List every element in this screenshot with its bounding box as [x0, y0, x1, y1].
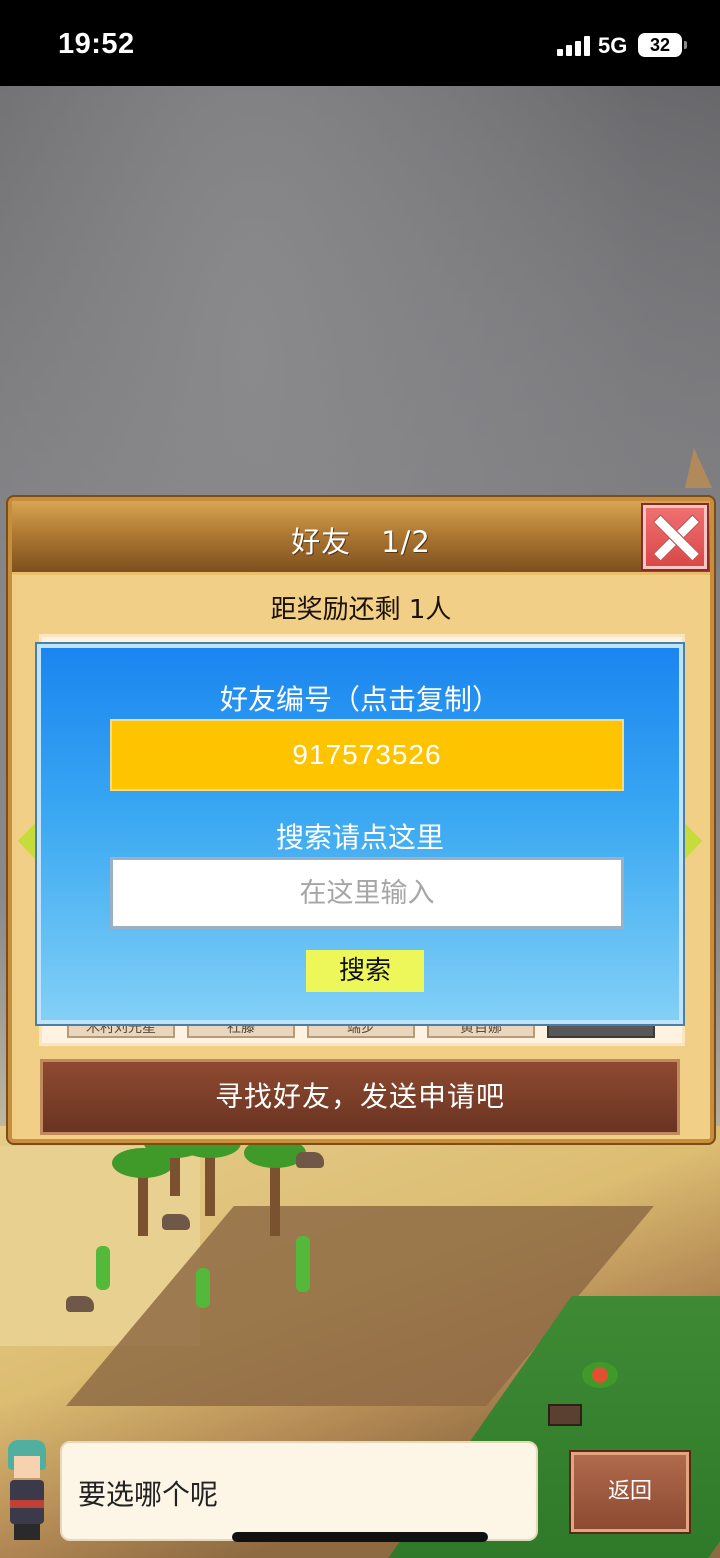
flower-bush: [582, 1362, 618, 1388]
search-input[interactable]: [110, 857, 624, 929]
status-time: 19:52: [58, 28, 135, 60]
friend-id-copy-button[interactable]: 917573526: [110, 719, 624, 791]
palm-tree: [112, 1148, 174, 1236]
rock: [296, 1152, 324, 1168]
rock: [162, 1214, 190, 1230]
battery-icon: 32: [638, 33, 687, 57]
home-indicator[interactable]: [232, 1532, 488, 1542]
rock: [66, 1296, 94, 1312]
character-avatar: [2, 1438, 52, 1542]
page-indicator: 1/2: [381, 525, 431, 559]
arrow-right-icon[interactable]: [684, 822, 702, 860]
treasure-chest: [548, 1404, 582, 1426]
panel-header: 好友 1/2: [12, 501, 710, 575]
back-button[interactable]: 返回: [571, 1452, 689, 1532]
close-icon: [652, 514, 698, 560]
find-friend-button[interactable]: 寻找好友，发送申请吧: [40, 1059, 680, 1135]
rock-decoration: [685, 448, 712, 488]
panel-title-label: 好友: [291, 525, 352, 559]
cactus: [296, 1236, 310, 1292]
close-button[interactable]: [643, 505, 707, 569]
arrow-left-icon[interactable]: [18, 822, 36, 860]
friend-id-dialog: 好友编号（点击复制） 917573526 搜索请点这里 搜索: [37, 644, 683, 1024]
palm-tree: [244, 1138, 306, 1236]
search-hint: 搜索请点这里: [275, 821, 444, 854]
reward-progress-text: 距奖励还剩 1人: [270, 595, 452, 625]
status-bar: 19:52 5G 32: [0, 0, 720, 86]
panel-title: 好友 1/2: [12, 519, 710, 561]
signal-icon: [557, 36, 591, 56]
friend-id-label: 好友编号（点击复制）: [219, 683, 500, 716]
cactus: [96, 1246, 110, 1290]
palm-tree: [144, 1128, 206, 1196]
network-label: 5G: [598, 33, 628, 58]
speech-text: 要选哪个呢: [78, 1478, 219, 1511]
cactus: [196, 1268, 210, 1308]
palm-tree: [179, 1128, 241, 1216]
speech-bubble: 要选哪个呢: [60, 1441, 538, 1541]
search-button[interactable]: 搜索: [306, 950, 424, 992]
